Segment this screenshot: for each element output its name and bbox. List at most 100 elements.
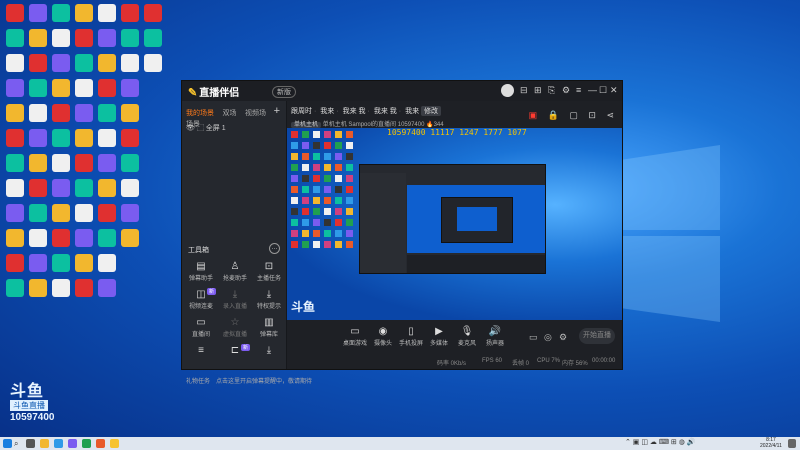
- task-view-icon[interactable]: [26, 439, 35, 448]
- skin-icon[interactable]: ⊟: [520, 85, 528, 96]
- plus-icon[interactable]: +: [274, 105, 280, 117]
- desktop-icon[interactable]: [52, 179, 70, 197]
- desktop-icon[interactable]: [144, 4, 162, 22]
- desktop-icon[interactable]: [29, 4, 47, 22]
- desktop-icon[interactable]: [121, 204, 139, 222]
- desktop-icon[interactable]: [98, 79, 116, 97]
- desktop-icon[interactable]: [6, 54, 24, 72]
- desktop-icon[interactable]: [6, 29, 24, 47]
- desktop-icon[interactable]: [121, 179, 139, 197]
- desktop-icon[interactable]: [75, 179, 93, 197]
- desktop-icon[interactable]: [144, 54, 162, 72]
- desktop-icon[interactable]: [29, 279, 47, 297]
- desktop-icon[interactable]: [52, 204, 70, 222]
- tool-0[interactable]: ▤ 弹幕助手: [184, 261, 218, 287]
- speaker-button[interactable]: 🔊 扬声器: [479, 326, 511, 347]
- stream-preview[interactable]: 10597400 11117 1247 1777 1077 斗鱼: [287, 128, 622, 320]
- desktop-icon[interactable]: [52, 254, 70, 272]
- desktop-icon[interactable]: [52, 104, 70, 122]
- gift-task-link[interactable]: 礼物任务: [186, 376, 210, 385]
- desktop-icon[interactable]: [75, 104, 93, 122]
- tool-9[interactable]: ≡: [184, 345, 218, 371]
- tab-video[interactable]: 视频场: [245, 108, 266, 118]
- window-icon[interactable]: ▢: [569, 110, 578, 120]
- desktop-icon[interactable]: [6, 4, 24, 22]
- desktop-icon[interactable]: [29, 229, 47, 247]
- tool-4[interactable]: ⤓ 录入直播: [218, 289, 252, 315]
- edit-title-button[interactable]: 修改: [421, 106, 442, 116]
- desktop-icon[interactable]: [75, 279, 93, 297]
- desktop-icon[interactable]: [75, 204, 93, 222]
- desktop-icon[interactable]: [52, 54, 70, 72]
- desktop-icon[interactable]: [98, 129, 116, 147]
- start-live-button[interactable]: 开始直播: [579, 328, 615, 344]
- desktop-icon[interactable]: [52, 4, 70, 22]
- desktop-icon[interactable]: [29, 104, 47, 122]
- tab-dual[interactable]: 双场: [223, 108, 237, 118]
- edge-icon[interactable]: [54, 439, 63, 448]
- scene-item[interactable]: 👁 ⬚ 全屏 1: [186, 123, 226, 133]
- maximize-icon[interactable]: ☐: [599, 85, 607, 96]
- desktop-icon[interactable]: [6, 154, 24, 172]
- desktop-icon[interactable]: [75, 129, 93, 147]
- desktop-icon[interactable]: [121, 154, 139, 172]
- tool-5[interactable]: ⤓ 特权提示: [252, 289, 286, 315]
- desktop-icon[interactable]: [121, 29, 139, 47]
- desktop-icon[interactable]: [98, 29, 116, 47]
- minimize-icon[interactable]: —: [588, 85, 597, 95]
- tab-my-scene[interactable]: 我的场景: [186, 108, 214, 118]
- desktop-icon[interactable]: [75, 154, 93, 172]
- desktop-icon[interactable]: [144, 29, 162, 47]
- desktop-icon[interactable]: [75, 79, 93, 97]
- desktop-icon[interactable]: [52, 129, 70, 147]
- desktop-icon[interactable]: [52, 229, 70, 247]
- desktop-icon[interactable]: [52, 79, 70, 97]
- tool-8[interactable]: ▥ 弹幕库: [252, 317, 286, 343]
- desktop-icon[interactable]: [6, 229, 24, 247]
- file-explorer-icon[interactable]: [40, 439, 49, 448]
- tool-11[interactable]: ⤓: [252, 345, 286, 371]
- tool-7[interactable]: ☆ 虚拟直播: [218, 317, 252, 343]
- desktop-icon[interactable]: [6, 79, 24, 97]
- lock-icon[interactable]: 🔒: [548, 110, 559, 120]
- desktop-icon[interactable]: [6, 129, 24, 147]
- record-icon[interactable]: ▭: [529, 332, 538, 343]
- taskbar-app-icon[interactable]: [68, 439, 77, 448]
- desktop-icon[interactable]: [75, 4, 93, 22]
- desktop-icon[interactable]: [29, 79, 47, 97]
- taskbar-app-icon[interactable]: [96, 439, 105, 448]
- notification-icon[interactable]: [788, 439, 796, 448]
- settings-icon[interactable]: ⚙: [562, 85, 570, 96]
- desktop-icon[interactable]: [6, 179, 24, 197]
- avatar[interactable]: [501, 84, 514, 97]
- toolbox-more-icon[interactable]: …: [269, 243, 280, 254]
- tool-1[interactable]: ♙ 抢麦助手: [218, 261, 252, 287]
- desktop-icon[interactable]: [98, 54, 116, 72]
- cart-icon[interactable]: ⊡: [588, 110, 596, 120]
- desktop-icon[interactable]: [29, 154, 47, 172]
- menu-icon[interactable]: ≡: [576, 85, 581, 95]
- start-icon[interactable]: [3, 439, 12, 448]
- desktop-icon[interactable]: [29, 29, 47, 47]
- desktop-icon[interactable]: [6, 104, 24, 122]
- desktop-icon[interactable]: [98, 204, 116, 222]
- tool-2[interactable]: ⊡ 主播任务: [252, 261, 286, 287]
- desktop-icon[interactable]: [75, 254, 93, 272]
- desktop-icon[interactable]: [121, 229, 139, 247]
- desktop-icon[interactable]: [52, 154, 70, 172]
- desktop-icon-grid[interactable]: [0, 0, 180, 340]
- desktop-icon[interactable]: [29, 129, 47, 147]
- desktop-icon[interactable]: [6, 254, 24, 272]
- gift-icon[interactable]: ▣: [529, 110, 538, 120]
- desktop-icon[interactable]: [52, 29, 70, 47]
- desktop-icon[interactable]: [98, 4, 116, 22]
- tool-3[interactable]: ◫ 视频连麦新: [184, 288, 218, 315]
- tray-icons[interactable]: ⌃ ▣ ◫ ☁ ⌨ ⊞ ◍ 🔊: [625, 438, 696, 446]
- live-companion-taskbar-icon[interactable]: [110, 439, 119, 448]
- desktop-icon[interactable]: [29, 179, 47, 197]
- preview-toggle-icon[interactable]: ◎: [544, 332, 552, 343]
- desktop-icon[interactable]: [98, 254, 116, 272]
- copy-icon[interactable]: ⎘: [548, 85, 555, 96]
- desktop-icon[interactable]: [98, 279, 116, 297]
- desktop-icon[interactable]: [75, 29, 93, 47]
